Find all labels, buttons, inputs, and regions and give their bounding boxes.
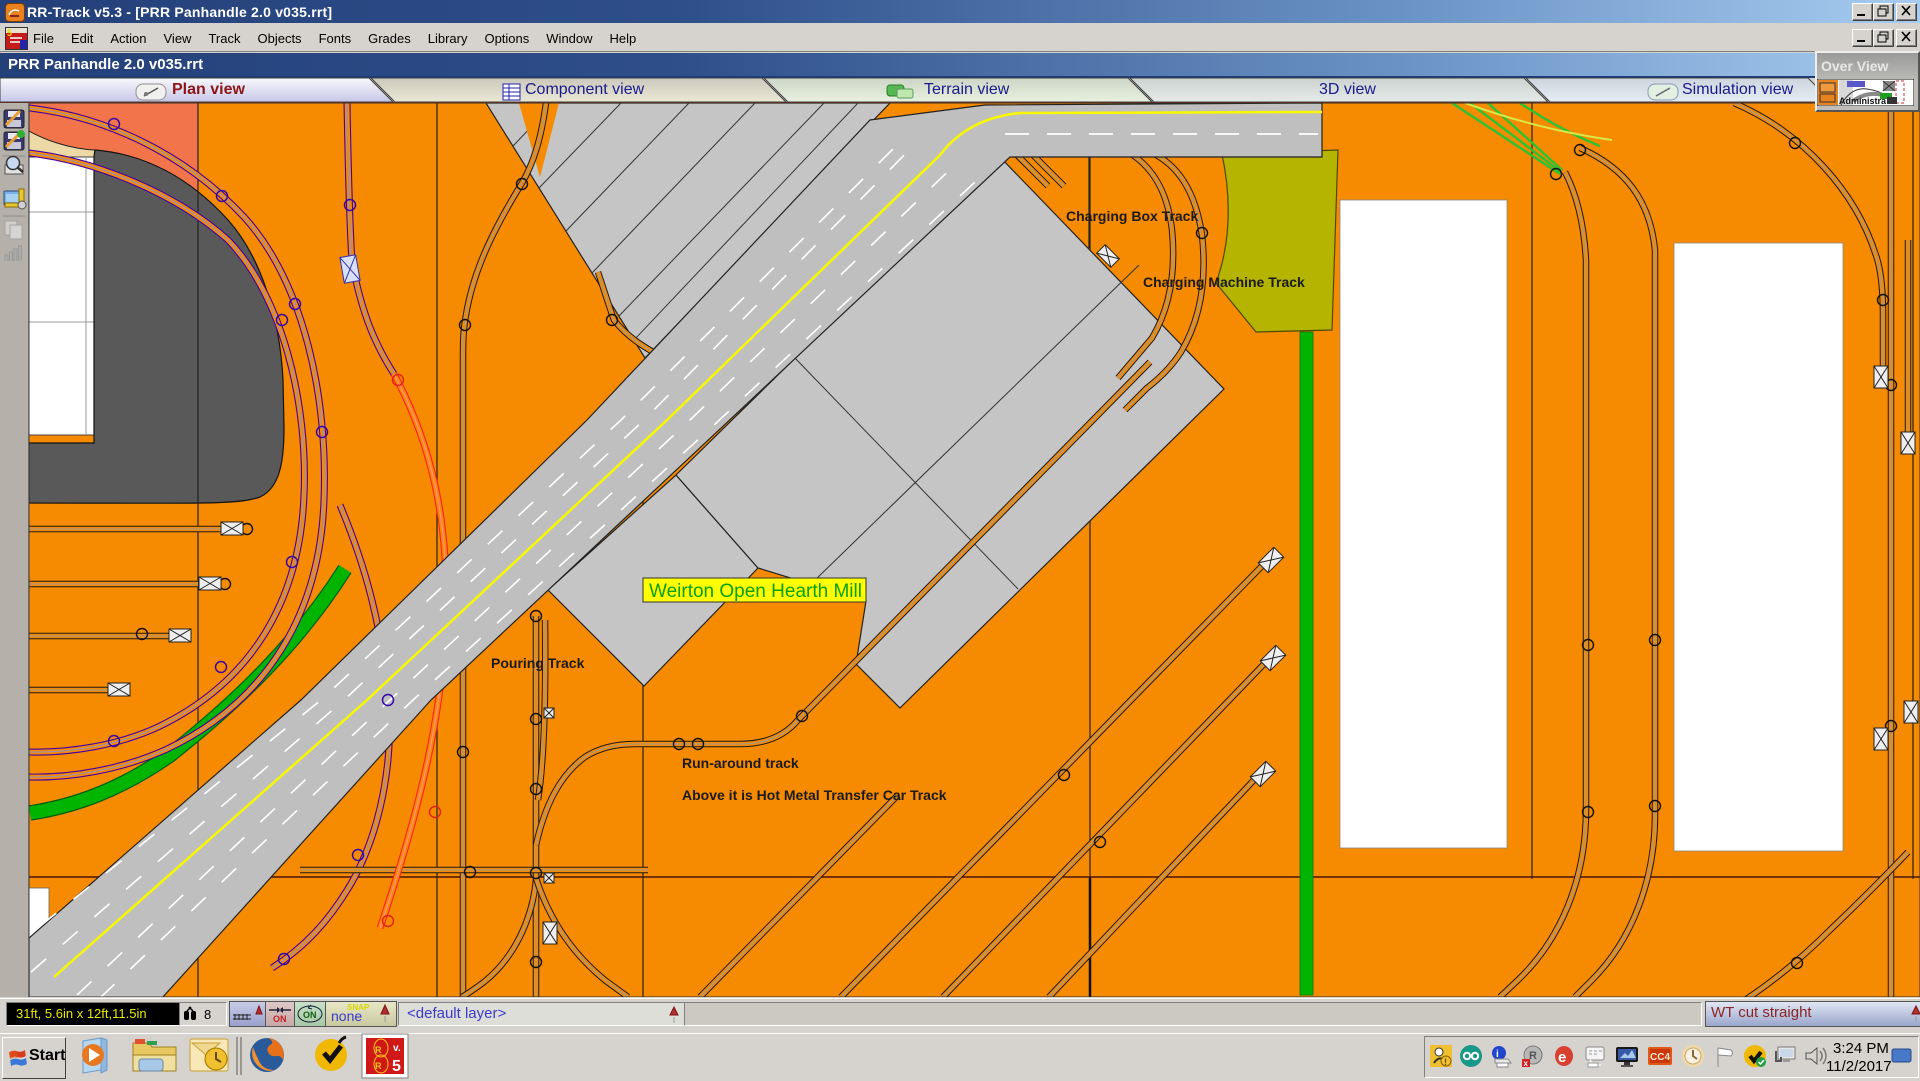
svg-text:R: R (1529, 1050, 1537, 1062)
svg-text:Above it is Hot Metal Transfer: Above it is Hot Metal Transfer Car Track (682, 787, 947, 803)
svg-text:ON: ON (303, 1010, 317, 1020)
svg-text:Run-around track: Run-around track (682, 755, 799, 771)
svg-text:ON: ON (273, 1014, 287, 1024)
svg-text:Charging Machine Track: Charging Machine Track (1143, 274, 1305, 290)
svg-text:11/2/2017: 11/2/2017 (1826, 1058, 1892, 1075)
svg-text:v.: v. (393, 1043, 401, 1054)
svg-text:8: 8 (204, 1007, 211, 1022)
svg-text:Charging Box Track: Charging Box Track (1066, 208, 1198, 224)
svg-text:3:24 PM: 3:24 PM (1833, 1040, 1889, 1057)
svg-text:Pouring Track: Pouring Track (491, 655, 585, 671)
svg-text:i: i (1496, 1049, 1499, 1060)
svg-text:5: 5 (392, 1058, 401, 1075)
svg-text:none: none (331, 1008, 362, 1024)
svg-text:x: x (1524, 1059, 1529, 1068)
svg-text:e: e (1558, 1049, 1566, 1066)
svg-text:Weirton Open Hearth Mill: Weirton Open Hearth Mill (649, 581, 862, 602)
svg-text:Administra: Administra (1839, 96, 1887, 106)
svg-text:CC4: CC4 (1650, 1052, 1670, 1063)
svg-text:R: R (375, 1061, 382, 1071)
svg-text:R: R (375, 1045, 382, 1055)
svg-text:!: ! (1444, 1057, 1447, 1067)
svg-text:5: 5 (7, 28, 12, 38)
